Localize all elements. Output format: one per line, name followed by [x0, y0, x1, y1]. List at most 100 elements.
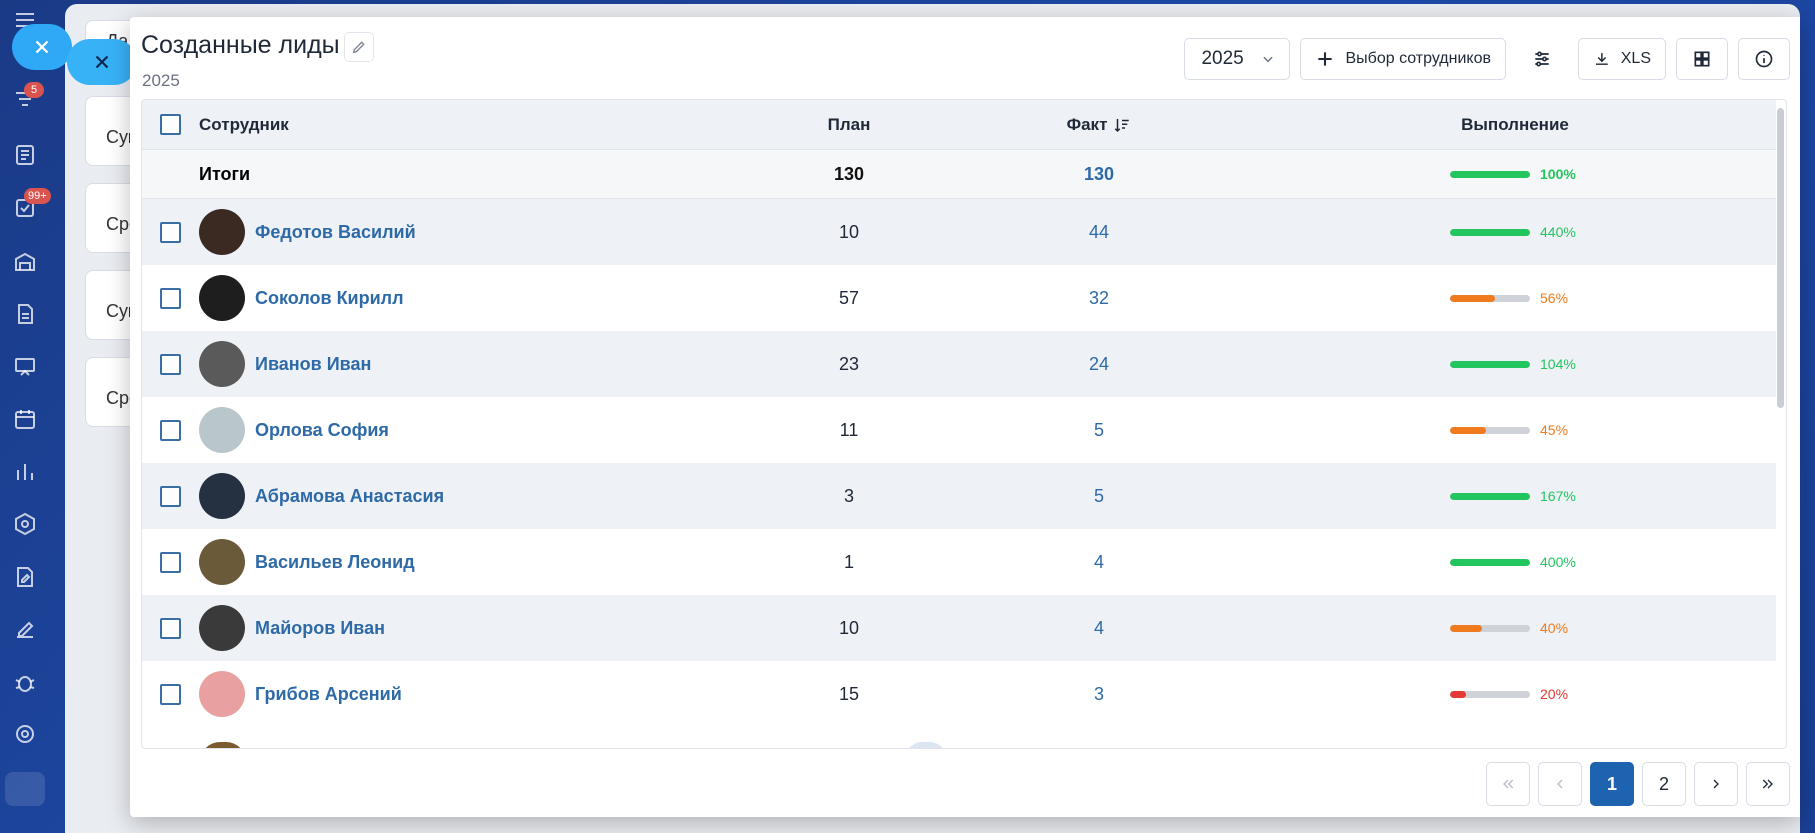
progress-bar [1450, 170, 1530, 178]
progress-percent: 440% [1540, 224, 1576, 240]
page-button-2[interactable]: 2 [1642, 762, 1686, 806]
chevron-down-icon [1263, 56, 1274, 63]
column-header-plan[interactable]: План [754, 115, 944, 135]
fact-value[interactable]: 5 [944, 420, 1254, 441]
layout-toggle-button[interactable] [1676, 38, 1728, 80]
column-header-fact[interactable]: Факт [944, 115, 1254, 135]
progress-percent: 167% [1540, 488, 1576, 504]
employee-link[interactable]: Абрамова Анастасия [255, 486, 444, 507]
progress-fill [1450, 558, 1530, 566]
double-chevron-left-icon [1503, 779, 1514, 789]
employee-link[interactable]: Соколов Кирилл [255, 288, 404, 309]
first-page-button[interactable] [1486, 762, 1530, 806]
progress-percent: 100% [1540, 166, 1576, 182]
plus-icon [1318, 52, 1333, 66]
document-icon[interactable] [13, 143, 37, 167]
fact-value[interactable]: 24 [944, 354, 1254, 375]
info-button[interactable] [1738, 38, 1790, 80]
row-checkbox[interactable] [160, 485, 181, 507]
calendar-icon[interactable] [13, 407, 37, 431]
row-checkbox[interactable] [160, 221, 181, 243]
close-back-panel-button[interactable] [12, 24, 72, 70]
rail-bottom-button[interactable] [5, 772, 45, 806]
employee-link[interactable]: Орлова София [255, 420, 389, 441]
avatar [199, 605, 245, 651]
avatar [199, 209, 245, 255]
progress-fill [1450, 690, 1466, 698]
page-button-1[interactable]: 1 [1590, 762, 1634, 806]
avatar [199, 473, 245, 519]
download-icon [1595, 53, 1608, 65]
progress-percent: 400% [1540, 554, 1576, 570]
plan-value: 1 [843, 551, 854, 572]
progress-fill [1450, 360, 1530, 368]
chart-icon[interactable] [13, 460, 37, 484]
employee-link[interactable]: Васильев Леонид [255, 552, 415, 573]
fact-value[interactable]: 32 [944, 288, 1254, 309]
column-header-employee[interactable]: Сотрудник [199, 115, 289, 135]
presentation-icon[interactable] [13, 355, 37, 379]
choose-employees-button[interactable]: Выбор сотрудников [1300, 38, 1506, 80]
plan-value: 10 [838, 617, 860, 638]
pen-icon[interactable] [13, 617, 37, 641]
avatar [199, 275, 245, 321]
progress-fill [1450, 426, 1486, 434]
employee-link[interactable]: Грибов Арсений [255, 684, 402, 705]
fact-value[interactable]: 4 [944, 552, 1254, 573]
prev-page-button[interactable] [1538, 762, 1582, 806]
close-modal-button[interactable] [67, 39, 137, 85]
progress-fill [1450, 492, 1530, 500]
fact-value[interactable]: 44 [944, 222, 1254, 243]
edit-doc-icon[interactable] [13, 565, 37, 589]
progress-bar [1450, 426, 1530, 434]
row-checkbox[interactable] [160, 287, 181, 309]
last-page-button[interactable] [1746, 762, 1790, 806]
toolbar: 2025 Выбор сотрудников XLS [1184, 38, 1790, 80]
table-header: Сотрудник План Факт Выполнение [142, 100, 1776, 150]
row-checkbox[interactable] [160, 419, 181, 441]
export-xls-button[interactable]: XLS [1578, 38, 1666, 80]
row-checkbox[interactable] [160, 551, 181, 573]
edit-title-button[interactable] [344, 32, 374, 62]
bug-icon[interactable] [13, 670, 37, 694]
grid-icon [1694, 51, 1710, 67]
employees-table: Сотрудник План Факт Выполнение Итоги 130… [141, 99, 1787, 749]
progress-bar [1450, 492, 1530, 500]
table-row: Соколов Кирилл 57 32 56% [142, 265, 1776, 331]
hexagon-icon[interactable] [13, 512, 37, 536]
file-icon[interactable] [13, 302, 37, 326]
partial-cell [906, 742, 946, 748]
progress-fill [1450, 624, 1482, 632]
table-row: Федотов Василий 10 44 440% [142, 199, 1776, 265]
employee-link[interactable]: Майоров Иван [255, 618, 385, 639]
select-all-checkbox[interactable] [160, 114, 181, 135]
fact-value[interactable]: 3 [944, 684, 1254, 705]
column-header-performance[interactable]: Выполнение [1254, 115, 1776, 135]
sliders-icon [1535, 51, 1549, 67]
totals-label: Итоги [199, 163, 251, 184]
row-checkbox[interactable] [160, 683, 181, 705]
scrollbar[interactable] [1777, 108, 1784, 408]
page-title: Созданные лиды [141, 31, 340, 59]
year-select[interactable]: 2025 [1184, 38, 1291, 80]
employee-link[interactable]: Федотов Василий [255, 222, 416, 243]
row-checkbox[interactable] [160, 353, 181, 375]
plan-value: 3 [843, 485, 854, 506]
avatar [199, 539, 245, 585]
page-subtitle: 2025 [142, 71, 180, 90]
employee-link[interactable]: Иванов Иван [255, 354, 371, 375]
filters-button[interactable] [1516, 38, 1568, 80]
next-page-button[interactable] [1694, 762, 1738, 806]
progress-fill [1450, 294, 1495, 302]
info-icon [1755, 50, 1773, 68]
fact-value[interactable]: 4 [944, 618, 1254, 639]
row-checkbox[interactable] [160, 617, 181, 639]
fact-value[interactable]: 5 [944, 486, 1254, 507]
table-row: Майоров Иван 10 4 40% [142, 595, 1776, 661]
year-select-value: 2025 [1201, 48, 1244, 69]
sort-desc-icon[interactable] [1113, 116, 1131, 134]
warehouse-icon[interactable] [13, 250, 37, 274]
settings-icon[interactable] [13, 722, 37, 746]
close-icon [95, 55, 109, 69]
table-row: Васильев Леонид 1 4 400% [142, 529, 1776, 595]
